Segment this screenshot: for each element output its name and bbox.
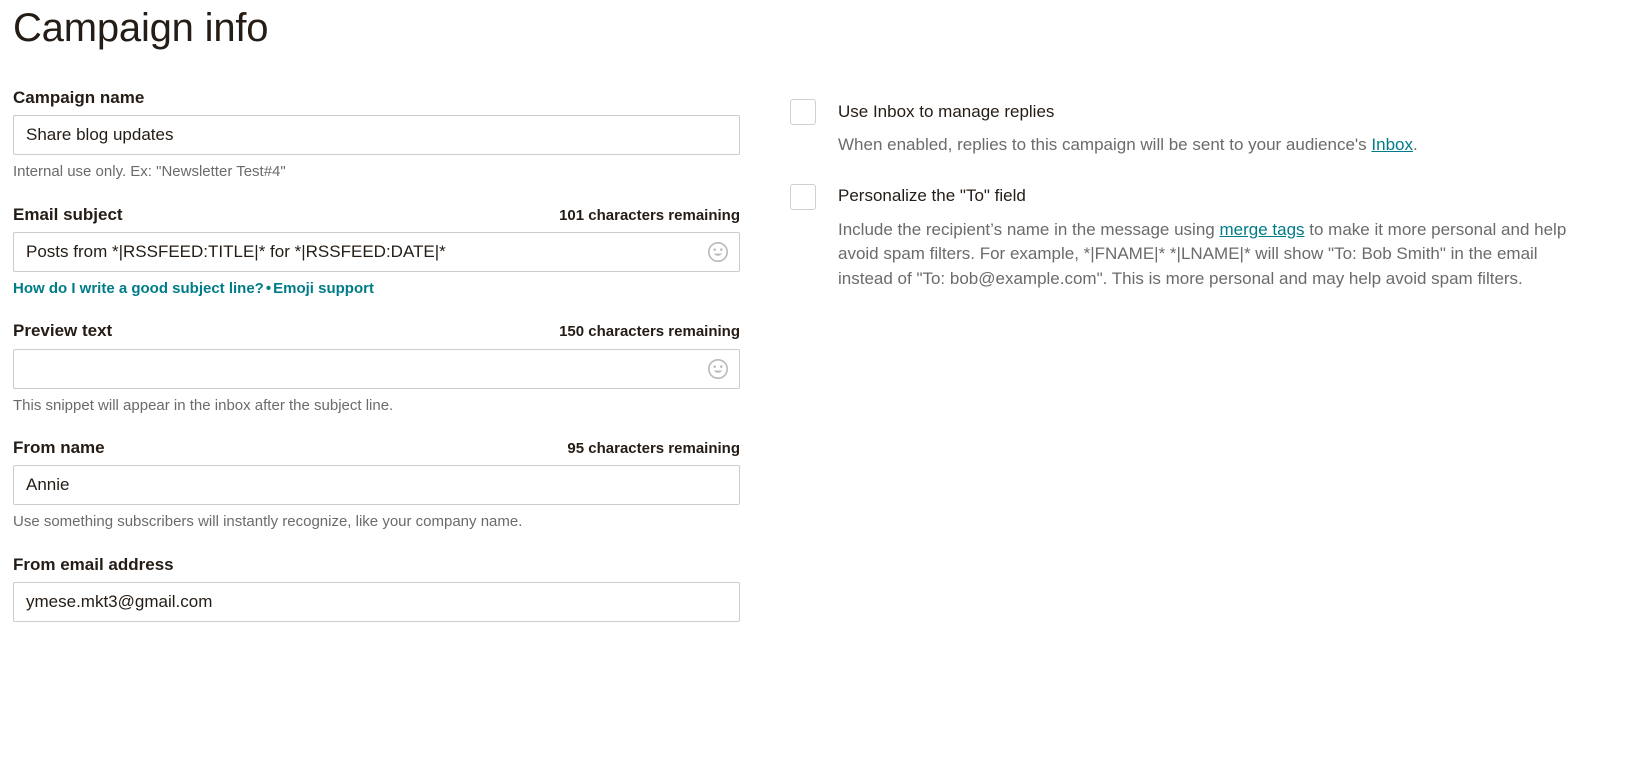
email-subject-input-wrap <box>13 232 740 273</box>
personalize-to-label[interactable]: Personalize the "To" field <box>838 186 1026 206</box>
preview-text-char-count: 150 characters remaining <box>559 323 740 341</box>
desc-text-after: . <box>1412 135 1418 154</box>
field-from-email: From email address <box>13 555 740 622</box>
preview-text-label: Preview text <box>13 321 113 341</box>
use-inbox-checkbox[interactable] <box>790 99 816 125</box>
preview-text-input[interactable] <box>13 348 740 389</box>
desc-text-before: Include the recipient’s name in the mess… <box>838 219 1220 239</box>
field-header: From name 95 characters remaining <box>13 438 740 458</box>
inbox-link[interactable]: Inbox <box>1371 135 1413 154</box>
page-title: Campaign info <box>13 6 269 50</box>
personalize-to-checkbox[interactable] <box>790 183 816 210</box>
from-name-char-count: 95 characters remaining <box>567 439 740 457</box>
from-email-input-wrap <box>13 581 740 622</box>
emoji-support-link[interactable]: Emoji support <box>273 280 374 297</box>
campaign-name-label: Campaign name <box>13 88 145 107</box>
personalize-to-description: Include the recipient’s name in the mess… <box>838 218 1578 292</box>
field-header: Email subject 101 characters remaining <box>13 205 740 225</box>
campaign-name-input[interactable] <box>13 115 740 156</box>
options-column: Use Inbox to manage replies When enabled… <box>740 88 1618 292</box>
use-inbox-description: When enabled, replies to this campaign w… <box>838 133 1578 158</box>
email-subject-links: How do I write a good subject line? • Emoj… <box>13 279 740 299</box>
preview-text-help: This snippet will appear in the inbox af… <box>13 396 394 414</box>
from-name-input[interactable] <box>13 465 740 506</box>
checkbox-row: Use Inbox to manage replies <box>790 99 1618 125</box>
field-header: Campaign name <box>13 88 740 108</box>
from-email-input[interactable] <box>13 581 740 622</box>
email-subject-input[interactable] <box>13 232 740 273</box>
content-columns: Campaign name Internal use only. Ex: "Ne… <box>13 88 1618 622</box>
checkbox-row: Personalize the "To" field <box>790 183 1618 210</box>
campaign-info-page: Campaign info Campaign name Internal use… <box>0 6 1631 769</box>
link-separator: • <box>265 280 272 298</box>
field-campaign-name: Campaign name Internal use only. Ex: "Ne… <box>13 88 740 183</box>
subject-line-help-link[interactable]: How do I write a good subject line? <box>13 280 264 297</box>
from-name-input-wrap <box>13 465 740 506</box>
field-header: Preview text 150 characters remaining <box>13 321 740 341</box>
field-header: From email address <box>13 555 740 575</box>
field-email-subject: Email subject 101 characters remaining P… <box>13 205 740 300</box>
smiley-face-icon[interactable] <box>707 241 729 263</box>
field-preview-text: Preview text 150 characters remaining Th… <box>13 321 740 416</box>
from-name-help: Use something subscribers will instantly… <box>13 513 523 531</box>
desc-text-before: When enabled, replies to this campaign w… <box>838 135 1372 154</box>
email-subject-char-count: 101 characters remaining <box>559 206 740 224</box>
field-from-name: From name 95 characters remaining Use so… <box>13 438 740 533</box>
smiley-face-icon[interactable] <box>707 358 729 380</box>
merge-tags-link[interactable]: merge tags <box>1219 220 1304 239</box>
email-subject-label: Email subject <box>13 204 123 224</box>
use-inbox-label[interactable]: Use Inbox to manage replies <box>838 102 1054 122</box>
preview-text-input-wrap <box>13 348 740 389</box>
option-personalize-to: Personalize the "To" field Include the r… <box>790 183 1618 292</box>
form-column: Campaign name Internal use only. Ex: "Ne… <box>13 88 740 622</box>
from-name-label: From name <box>13 437 105 457</box>
from-email-label: From email address <box>13 554 174 574</box>
campaign-name-input-wrap <box>13 115 740 156</box>
option-use-inbox: Use Inbox to manage replies When enabled… <box>790 99 1618 158</box>
campaign-name-help: Internal use only. Ex: "Newsletter Test#… <box>13 163 286 181</box>
